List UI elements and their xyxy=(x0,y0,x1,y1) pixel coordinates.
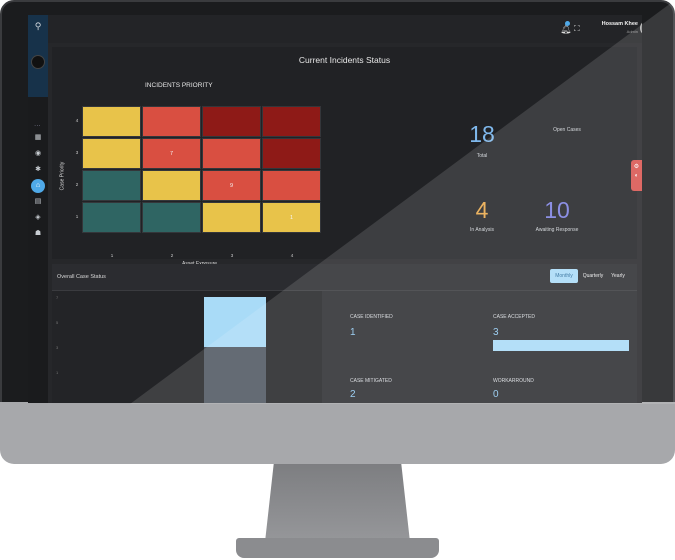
location-icon[interactable]: ◈ xyxy=(33,213,43,223)
workarround-label: WORKARROUND xyxy=(493,378,534,384)
heatmap-cell[interactable]: 1 xyxy=(262,202,321,233)
heatmap-x-tick: 1 xyxy=(110,253,114,258)
chart-bar[interactable] xyxy=(204,347,266,403)
case-accepted-value: 3 xyxy=(493,327,499,338)
case-identified-value: 1 xyxy=(350,327,356,338)
monitor: ⚲ ... ▦ ◉ ✱ ⌂ ▤ ◈ ☗ 🔔︎ ⛶ Hossam Khee Admin Cur… xyxy=(0,0,675,560)
heatmap-y-tick: 2 xyxy=(75,182,79,187)
in-analysis-label: In Analysis xyxy=(470,227,494,233)
chart-bar[interactable] xyxy=(204,297,266,347)
user-role: Admin xyxy=(626,29,638,34)
heatmap-title: INCIDENTS PRIORITY xyxy=(145,82,213,89)
notification-badge xyxy=(565,21,570,26)
heatmap-cell[interactable]: 7 xyxy=(142,138,201,169)
tab-monthly[interactable]: Monthly xyxy=(550,269,578,283)
incidents-panel: Current Incidents Status INCIDENTS PRIOR… xyxy=(52,47,637,267)
chart-y-tick: 5 xyxy=(56,320,59,325)
shield-logo-icon[interactable]: ⚲ xyxy=(31,19,45,33)
heatmap-cell[interactable] xyxy=(142,170,201,201)
heatmap-y-tick: 1 xyxy=(75,214,79,219)
settings-icon[interactable]: ⚙ xyxy=(631,163,642,170)
total-count: 18 xyxy=(469,121,495,147)
heatmap-cell[interactable] xyxy=(262,170,321,201)
clock-icon[interactable]: ◉ xyxy=(33,149,43,159)
users-icon[interactable]: ☗ xyxy=(33,229,43,239)
panel-title: Current Incidents Status xyxy=(298,55,391,65)
user-avatar[interactable] xyxy=(640,20,642,36)
heatmap-cell[interactable] xyxy=(202,138,261,169)
heatmap-cell[interactable] xyxy=(262,106,321,137)
heatmap-x-tick: 4 xyxy=(290,253,294,258)
in-analysis-count: 4 xyxy=(475,197,489,223)
heatmap-y-label: Case Priority xyxy=(59,161,66,191)
tab-quarterly[interactable]: Quarterly xyxy=(581,269,605,283)
fullscreen-icon[interactable]: ⛶ xyxy=(574,24,580,34)
chart-y-tick: 1 xyxy=(56,370,59,375)
awaiting-label: Awaiting Response xyxy=(535,227,579,233)
heatmap-cell[interactable] xyxy=(82,106,141,137)
calendar-icon[interactable]: ▦ xyxy=(33,133,43,143)
settings-side-tab[interactable]: ⚙ ◐ xyxy=(631,160,642,191)
heatmap-cell[interactable] xyxy=(202,202,261,233)
heatmap-x-tick: 3 xyxy=(230,253,234,258)
case-identified-label: CASE IDENTIFIED xyxy=(350,314,393,320)
heatmap-cell[interactable]: 9 xyxy=(202,170,261,201)
chart-y-tick: 7 xyxy=(56,295,59,300)
bug-icon[interactable]: ✱ xyxy=(33,165,43,175)
workarround-value: 0 xyxy=(493,389,499,400)
heatmap-cell[interactable] xyxy=(82,170,141,201)
heatmap-cell[interactable] xyxy=(142,202,201,233)
monitor-stand-neck xyxy=(265,464,410,542)
user-name: Hossam Khee xyxy=(601,21,638,27)
case-status-chart: 7 5 3 1 xyxy=(52,291,322,403)
monitor-stand-base xyxy=(236,538,439,558)
case-status-panel: Overall Case Status Monthly Quarterly Ye… xyxy=(52,264,637,403)
monitor-chin xyxy=(0,402,675,464)
chart-y-tick: 3 xyxy=(56,345,59,350)
heatmap-x-tick: 2 xyxy=(170,253,174,258)
case-accepted-bar xyxy=(493,340,629,351)
open-cases-label: Open Cases xyxy=(553,127,581,133)
avatar[interactable] xyxy=(31,55,45,69)
chat-icon[interactable]: ▤ xyxy=(33,197,43,207)
total-label: Total xyxy=(476,153,488,159)
home-icon[interactable]: ⌂ xyxy=(31,179,45,193)
palette-icon[interactable]: ◐ xyxy=(631,173,642,179)
sidebar-header: ⚲ xyxy=(28,15,48,97)
case-status-title: Overall Case Status xyxy=(57,274,106,280)
heatmap-cell[interactable] xyxy=(202,106,261,137)
sidebar-divider: ... xyxy=(34,119,41,128)
heatmap-cell[interactable] xyxy=(82,138,141,169)
case-mitigated-label: CASE MITIGATED xyxy=(350,378,392,384)
heatmap-cell[interactable] xyxy=(262,138,321,169)
heatmap-y-tick: 4 xyxy=(75,118,79,123)
user-menu[interactable]: Hossam Khee Admin xyxy=(588,21,638,34)
awaiting-count: 10 xyxy=(544,197,570,223)
tab-yearly[interactable]: Yearly xyxy=(607,269,629,283)
top-bar: 🔔︎ ⛶ Hossam Khee Admin xyxy=(48,15,642,43)
heatmap-cell[interactable] xyxy=(142,106,201,137)
heatmap-y-tick: 3 xyxy=(75,150,79,155)
case-mitigated-value: 2 xyxy=(350,389,356,400)
dashboard-screen: ⚲ ... ▦ ◉ ✱ ⌂ ▤ ◈ ☗ 🔔︎ ⛶ Hossam Khee Admin Cur… xyxy=(28,15,642,403)
heatmap-cell[interactable] xyxy=(82,202,141,233)
case-accepted-label: CASE ACCEPTED xyxy=(493,314,535,320)
sidebar: ⚲ ... ▦ ◉ ✱ ⌂ ▤ ◈ ☗ xyxy=(28,15,48,403)
case-status-header: Overall Case Status Monthly Quarterly Ye… xyxy=(52,264,637,291)
